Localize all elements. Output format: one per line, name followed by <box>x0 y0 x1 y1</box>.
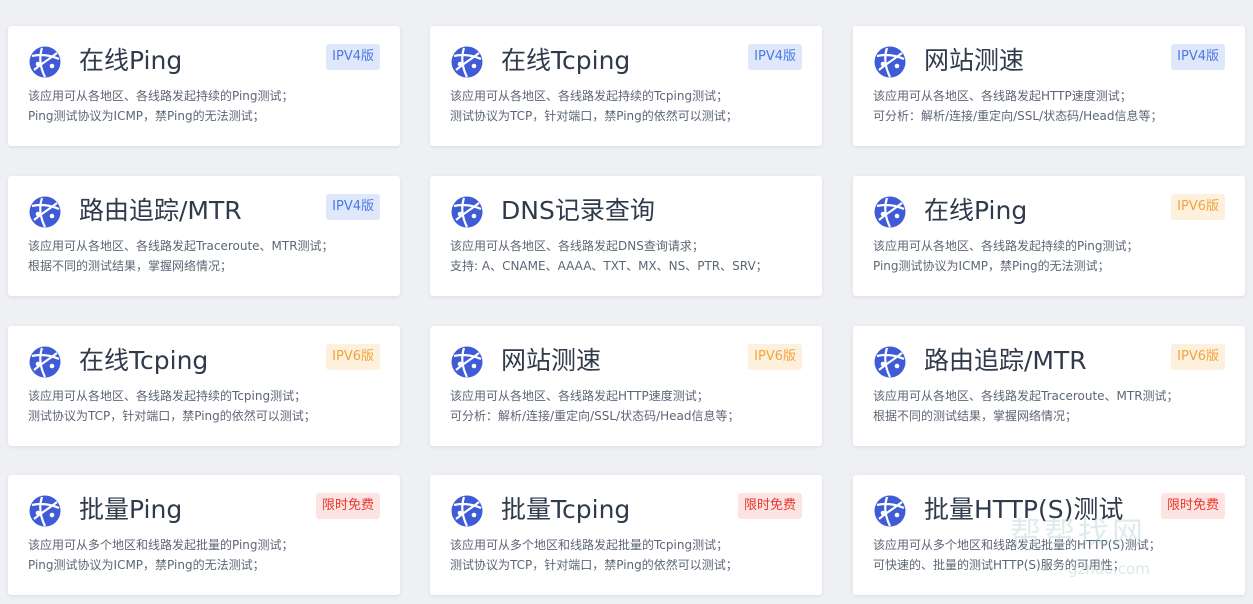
card-description: 该应用可从各地区、各线路发起持续的Ping测试； Ping测试协议为ICMP，禁… <box>873 237 1229 276</box>
description-line-1: 该应用可从各地区、各线路发起DNS查询请求； <box>450 239 704 253</box>
version-badge: 限时免费 <box>1160 493 1225 519</box>
card-description: 该应用可从各地区、各线路发起Traceroute、MTR测试； 根据不同的测试结… <box>873 387 1229 426</box>
version-badge: IPV6版 <box>748 344 802 370</box>
description-line-2: Ping测试协议为ICMP，禁Ping的无法测试； <box>28 557 265 572</box>
version-badge: IPV6版 <box>326 344 380 370</box>
tool-card-4[interactable]: 路由追踪/MTR IPV4版 该应用可从各地区、各线路发起Traceroute、… <box>8 176 400 296</box>
card-description: 该应用可从各地区、各线路发起HTTP速度测试； 可分析：解析/连接/重定向/SS… <box>873 87 1229 126</box>
globe-logo-icon <box>451 495 483 527</box>
description-line-1: 该应用可从各地区、各线路发起持续的Tcping测试； <box>450 89 729 103</box>
globe-logo-icon <box>29 196 61 228</box>
tool-card-11[interactable]: 批量Tcping 限时免费 该应用可从多个地区和线路发起批量的Tcping测试；… <box>430 475 822 595</box>
tool-card-1[interactable]: 在线Ping IPV4版 该应用可从各地区、各线路发起持续的Ping测试； Pi… <box>8 26 400 146</box>
version-badge: IPV6版 <box>1171 194 1225 220</box>
version-badge: IPV6版 <box>1171 344 1225 370</box>
globe-logo-icon <box>29 46 61 78</box>
description-line-2: 可分析：解析/连接/重定向/SSL/状态码/Head信息等； <box>873 108 1163 123</box>
card-description: 该应用可从各地区、各线路发起Traceroute、MTR测试； 根据不同的测试结… <box>28 237 384 276</box>
version-badge: 限时免费 <box>315 493 380 519</box>
version-badge: 限时免费 <box>737 493 802 519</box>
card-description: 该应用可从各地区、各线路发起HTTP速度测试； 可分析：解析/连接/重定向/SS… <box>450 387 806 426</box>
tool-card-5[interactable]: DNS记录查询 该应用可从各地区、各线路发起DNS查询请求； 支持: A、CNA… <box>430 176 822 296</box>
card-title: 批量HTTP(S)测试 <box>924 495 1124 524</box>
tool-card-3[interactable]: 网站测速 IPV4版 该应用可从各地区、各线路发起HTTP速度测试； 可分析：解… <box>853 26 1245 146</box>
tool-card-9[interactable]: 路由追踪/MTR IPV6版 该应用可从各地区、各线路发起Traceroute、… <box>853 326 1245 446</box>
description-line-1: 该应用可从各地区、各线路发起Traceroute、MTR测试； <box>873 389 1179 403</box>
card-title: 批量Ping <box>79 495 183 524</box>
description-line-2: 测试协议为TCP，针对端口，禁Ping的依然可以测试； <box>450 557 738 572</box>
globe-logo-icon <box>29 495 61 527</box>
card-title: 在线Ping <box>924 196 1028 225</box>
card-description: 该应用可从多个地区和线路发起批量的Tcping测试； 测试协议为TCP，针对端口… <box>450 536 806 575</box>
globe-logo-icon <box>874 196 906 228</box>
description-line-1: 该应用可从各地区、各线路发起HTTP速度测试； <box>450 389 709 403</box>
globe-logo-icon <box>874 346 906 378</box>
card-description: 该应用可从各地区、各线路发起DNS查询请求； 支持: A、CNAME、AAAA、… <box>450 237 806 276</box>
description-line-1: 该应用可从各地区、各线路发起持续的Ping测试； <box>28 89 294 103</box>
card-title: 网站测速 <box>501 346 602 375</box>
version-badge: IPV4版 <box>748 44 802 70</box>
tool-card-7[interactable]: 在线Tcping IPV6版 该应用可从各地区、各线路发起持续的Tcping测试… <box>8 326 400 446</box>
card-description: 该应用可从各地区、各线路发起持续的Ping测试； Ping测试协议为ICMP，禁… <box>28 87 384 126</box>
description-line-2: 根据不同的测试结果，掌握网络情况； <box>28 258 233 273</box>
card-title: DNS记录查询 <box>501 196 655 225</box>
tool-card-10[interactable]: 批量Ping 限时免费 该应用可从多个地区和线路发起批量的Ping测试； Pin… <box>8 475 400 595</box>
description-line-1: 该应用可从各地区、各线路发起持续的Ping测试； <box>873 239 1139 253</box>
globe-logo-icon <box>874 46 906 78</box>
description-line-2: 可快速的、批量的测试HTTP(S)服务的可用性； <box>873 557 1125 572</box>
description-line-1: 该应用可从多个地区和线路发起批量的Ping测试； <box>28 538 294 552</box>
card-description: 该应用可从各地区、各线路发起持续的Tcping测试； 测试协议为TCP，针对端口… <box>450 87 806 126</box>
card-description: 该应用可从多个地区和线路发起批量的HTTP(S)测试； 可快速的、批量的测试HT… <box>873 536 1229 575</box>
description-line-2: 根据不同的测试结果，掌握网络情况； <box>873 408 1078 423</box>
card-description: 该应用可从多个地区和线路发起批量的Ping测试； Ping测试协议为ICMP，禁… <box>28 536 384 575</box>
description-line-2: 可分析：解析/连接/重定向/SSL/状态码/Head信息等； <box>450 408 740 423</box>
description-line-1: 该应用可从各地区、各线路发起HTTP速度测试； <box>873 89 1132 103</box>
card-title: 批量Tcping <box>501 495 631 524</box>
description-line-1: 该应用可从各地区、各线路发起Traceroute、MTR测试； <box>28 239 334 253</box>
version-badge: IPV4版 <box>326 194 380 220</box>
card-title: 网站测速 <box>924 46 1025 75</box>
card-title: 在线Tcping <box>501 46 631 75</box>
description-line-1: 该应用可从多个地区和线路发起批量的HTTP(S)测试； <box>873 538 1161 552</box>
description-line-2: Ping测试协议为ICMP，禁Ping的无法测试； <box>873 258 1110 273</box>
tool-card-2[interactable]: 在线Tcping IPV4版 该应用可从各地区、各线路发起持续的Tcping测试… <box>430 26 822 146</box>
version-badge: IPV4版 <box>326 44 380 70</box>
description-line-2: 测试协议为TCP，针对端口，禁Ping的依然可以测试； <box>28 408 316 423</box>
description-line-1: 该应用可从多个地区和线路发起批量的Tcping测试； <box>450 538 729 552</box>
globe-logo-icon <box>451 346 483 378</box>
version-badge: IPV4版 <box>1171 44 1225 70</box>
globe-logo-icon <box>451 46 483 78</box>
description-line-1: 该应用可从各地区、各线路发起持续的Tcping测试； <box>28 389 307 403</box>
card-title: 在线Ping <box>79 46 183 75</box>
card-title: 路由追踪/MTR <box>79 196 242 225</box>
globe-logo-icon <box>451 196 483 228</box>
globe-logo-icon <box>29 346 61 378</box>
tool-card-6[interactable]: 在线Ping IPV6版 该应用可从各地区、各线路发起持续的Ping测试； Pi… <box>853 176 1245 296</box>
tool-card-8[interactable]: 网站测速 IPV6版 该应用可从各地区、各线路发起HTTP速度测试； 可分析：解… <box>430 326 822 446</box>
card-title: 路由追踪/MTR <box>924 346 1087 375</box>
description-line-2: 支持: A、CNAME、AAAA、TXT、MX、NS、PTR、SRV； <box>450 258 768 273</box>
tool-card-12[interactable]: 批量HTTP(S)测试 限时免费 该应用可从多个地区和线路发起批量的HTTP(S… <box>853 475 1245 595</box>
globe-logo-icon <box>874 495 906 527</box>
description-line-2: 测试协议为TCP，针对端口，禁Ping的依然可以测试； <box>450 108 738 123</box>
description-line-2: Ping测试协议为ICMP，禁Ping的无法测试； <box>28 108 265 123</box>
card-description: 该应用可从各地区、各线路发起持续的Tcping测试； 测试协议为TCP，针对端口… <box>28 387 384 426</box>
card-title: 在线Tcping <box>79 346 209 375</box>
